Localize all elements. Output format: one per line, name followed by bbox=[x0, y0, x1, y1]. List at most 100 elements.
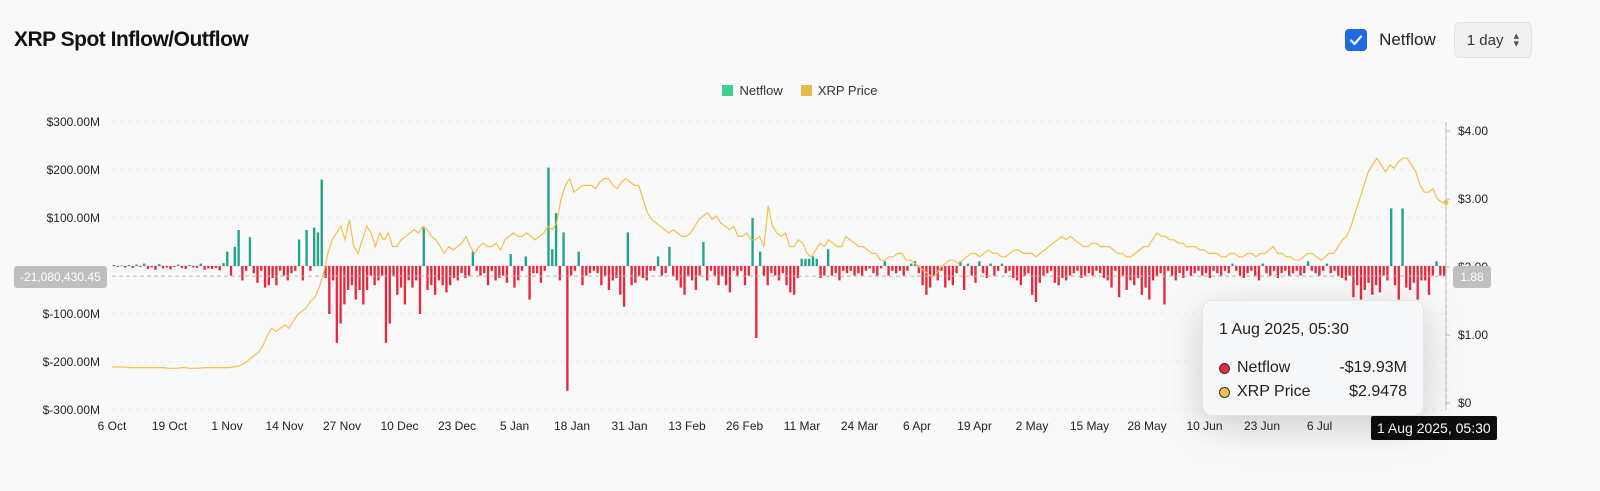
netflow-bar bbox=[282, 266, 286, 276]
netflow-bar bbox=[456, 266, 459, 281]
netflow-bar bbox=[127, 265, 131, 266]
netflow-bar bbox=[800, 258, 803, 266]
netflow-bar bbox=[124, 266, 127, 268]
netflow-bar bbox=[1352, 266, 1355, 298]
netflow-bar bbox=[826, 249, 830, 266]
netflow-bar bbox=[1185, 266, 1189, 271]
netflow-bar bbox=[660, 266, 664, 276]
netflow-bar bbox=[286, 266, 289, 281]
netflow-bar bbox=[1065, 266, 1068, 281]
netflow-bar bbox=[1144, 266, 1147, 288]
netflow-bar bbox=[237, 230, 240, 266]
netflow-bar bbox=[362, 266, 365, 305]
netflow-bar bbox=[702, 242, 705, 266]
netflow-bar bbox=[1117, 266, 1121, 298]
netflow-bar bbox=[350, 266, 354, 286]
netflow-bar bbox=[1049, 266, 1053, 271]
netflow-bar bbox=[853, 266, 856, 276]
netflow-bar bbox=[770, 266, 773, 274]
netflow-bar bbox=[1076, 266, 1079, 271]
netflow-bar bbox=[698, 266, 701, 276]
netflow-bar bbox=[1348, 266, 1351, 276]
netflow-bar bbox=[1087, 266, 1091, 274]
netflow-bar bbox=[301, 266, 305, 281]
x-tick-label: 6 Apr bbox=[903, 419, 931, 433]
netflow-bar bbox=[1031, 266, 1034, 295]
netflow-bar bbox=[520, 266, 524, 271]
x-tick-label: 23 Dec bbox=[438, 419, 476, 433]
netflow-bar bbox=[868, 266, 871, 269]
netflow-bar bbox=[437, 266, 441, 281]
netflow-bar bbox=[1382, 266, 1385, 276]
netflow-bar bbox=[305, 230, 308, 266]
netflow-bar bbox=[150, 266, 153, 268]
netflow-bar bbox=[426, 266, 429, 290]
netflow-bar bbox=[180, 266, 184, 268]
netflow-bar bbox=[1072, 266, 1075, 274]
x-tick-label: 2 May bbox=[1016, 419, 1049, 433]
netflow-bar bbox=[622, 266, 626, 307]
netflow-bar bbox=[876, 266, 879, 276]
netflow-bar bbox=[709, 266, 713, 271]
netflow-bar bbox=[997, 266, 1000, 271]
netflow-bar bbox=[728, 266, 732, 293]
netflow-bar bbox=[1197, 266, 1200, 271]
netflow-bar bbox=[1012, 266, 1015, 278]
netflow-bar bbox=[279, 266, 282, 271]
netflow-bar bbox=[1299, 266, 1302, 276]
netflow-bar bbox=[1412, 266, 1416, 283]
netflow-bar bbox=[381, 266, 384, 276]
netflow-bar bbox=[449, 266, 452, 286]
netflow-bar bbox=[781, 266, 784, 274]
x-tick-label: 10 Dec bbox=[380, 419, 418, 433]
x-tick-label: 18 Jan bbox=[554, 419, 590, 433]
netflow-bar bbox=[535, 266, 539, 274]
netflow-bar bbox=[392, 266, 395, 276]
netflow-bar bbox=[1359, 266, 1363, 300]
netflow-bar bbox=[218, 266, 221, 271]
netflow-bar bbox=[690, 266, 694, 281]
netflow-bar bbox=[569, 266, 573, 276]
netflow-bar bbox=[263, 266, 267, 288]
netflow-bar bbox=[947, 266, 951, 281]
netflow-bar bbox=[135, 264, 138, 266]
netflow-bar bbox=[777, 266, 781, 281]
netflow-bar bbox=[792, 266, 796, 295]
netflow-bar bbox=[902, 266, 905, 276]
netflow-bar bbox=[335, 266, 339, 343]
netflow-bar bbox=[664, 266, 667, 274]
netflow-bar bbox=[774, 266, 777, 276]
chart-canvas[interactable]: $300.00M $200.00M $100.00M $-100.00M $-200.0… bbox=[0, 0, 1600, 491]
netflow-bar bbox=[1424, 266, 1427, 281]
netflow-bar bbox=[1371, 266, 1374, 295]
netflow-bar bbox=[675, 266, 679, 281]
netflow-bar bbox=[517, 266, 520, 281]
netflow-bar bbox=[154, 266, 157, 270]
netflow-bar bbox=[1000, 263, 1004, 266]
netflow-bar bbox=[879, 266, 883, 269]
y-tick-label-left: $100.00M bbox=[47, 211, 100, 225]
netflow-bar bbox=[1374, 266, 1378, 286]
netflow-bar bbox=[845, 266, 849, 274]
netflow-bar bbox=[233, 246, 236, 266]
netflow-bar bbox=[713, 266, 716, 276]
netflow-bar bbox=[1288, 266, 1291, 276]
netflow-bar bbox=[373, 266, 376, 286]
netflow-bar bbox=[1303, 266, 1306, 274]
netflow-bar bbox=[857, 266, 860, 274]
netflow-bar bbox=[452, 266, 456, 278]
netflow-bar bbox=[883, 261, 886, 266]
netflow-bar bbox=[721, 266, 724, 276]
netflow-bar bbox=[388, 266, 391, 324]
netflow-bar bbox=[384, 266, 388, 343]
netflow-bar bbox=[1015, 266, 1019, 281]
netflow-bar bbox=[475, 266, 478, 271]
netflow-bar bbox=[441, 266, 444, 286]
netflow-bar bbox=[365, 266, 369, 290]
netflow-bar bbox=[509, 254, 512, 266]
x-tick-label: 19 Apr bbox=[957, 419, 992, 433]
netflow-bar bbox=[758, 251, 762, 266]
x-tick-label: 5 Jan bbox=[500, 419, 529, 433]
netflow-bar bbox=[634, 266, 637, 283]
netflow-bar bbox=[252, 266, 255, 274]
